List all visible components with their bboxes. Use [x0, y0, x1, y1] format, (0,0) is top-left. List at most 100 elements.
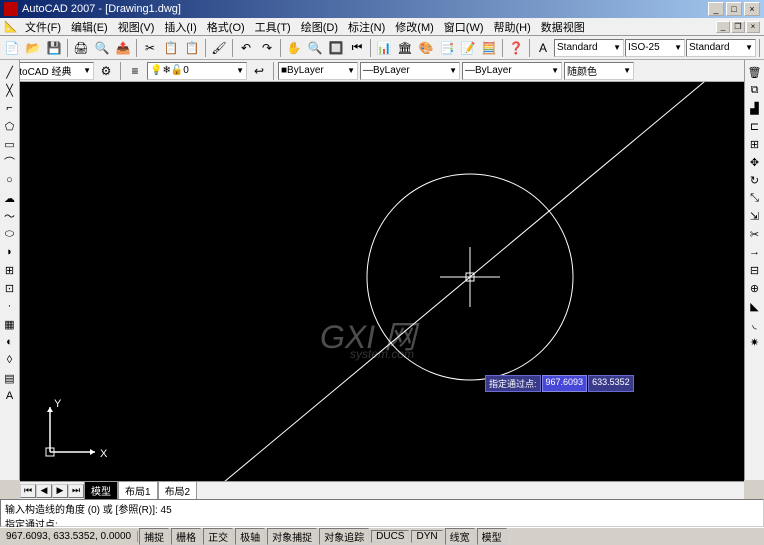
- offset-icon[interactable]: ⊏: [747, 118, 763, 134]
- dimstyle-dropdown[interactable]: ISO-25▼: [625, 39, 685, 57]
- paste-icon[interactable]: 📋: [182, 38, 202, 58]
- designcenter-icon[interactable]: 🏛: [395, 38, 415, 58]
- color-dropdown[interactable]: ■ ByLayer▼: [278, 62, 358, 80]
- ducs-toggle[interactable]: DUCS: [371, 530, 409, 543]
- menu-help[interactable]: 帮助(H): [489, 19, 536, 35]
- command-window[interactable]: 输入构造线的角度 (0) 或 [参照(R)]: 45 指定通过点:: [0, 499, 764, 527]
- menu-tools[interactable]: 工具(T): [250, 19, 296, 35]
- sheetset-icon[interactable]: 📑: [437, 38, 457, 58]
- zoom-prev-icon[interactable]: ⏮: [347, 38, 367, 58]
- join-icon[interactable]: ⊕: [747, 280, 763, 296]
- maximize-button[interactable]: □: [726, 2, 742, 16]
- undo-icon[interactable]: ↶: [236, 38, 256, 58]
- grid-toggle[interactable]: 栅格: [171, 528, 201, 545]
- menu-window[interactable]: 窗口(W): [439, 19, 489, 35]
- doc-minimize-button[interactable]: _: [716, 21, 730, 33]
- chamfer-icon[interactable]: ◣: [747, 298, 763, 314]
- redo-icon[interactable]: ↷: [257, 38, 277, 58]
- extend-icon[interactable]: →: [747, 244, 763, 260]
- tablestyle-dropdown[interactable]: Standard▼: [686, 39, 756, 57]
- explode-icon[interactable]: ✷: [747, 334, 763, 350]
- print-icon[interactable]: 🖨: [71, 38, 91, 58]
- otrack-toggle[interactable]: 对象追踪: [319, 528, 369, 545]
- xline-icon[interactable]: ╳: [2, 82, 18, 98]
- rotate-icon[interactable]: ↻: [747, 172, 763, 188]
- layer-dropdown[interactable]: 💡❄🔓 0▼: [147, 62, 247, 80]
- break-icon[interactable]: ⊟: [747, 262, 763, 278]
- cut-icon[interactable]: ✂: [140, 38, 160, 58]
- toolpalette-icon[interactable]: 🎨: [416, 38, 436, 58]
- lwt-toggle[interactable]: 线宽: [445, 528, 475, 545]
- tab-next-button[interactable]: ▶: [52, 484, 68, 498]
- menu-dataview[interactable]: 数据视图: [536, 19, 590, 35]
- tab-model[interactable]: 模型: [84, 481, 118, 500]
- move-icon[interactable]: ✥: [747, 154, 763, 170]
- fillet-icon[interactable]: ◟: [747, 316, 763, 332]
- polygon-icon[interactable]: ⬠: [2, 118, 18, 134]
- layerprev-icon[interactable]: ↩: [249, 61, 269, 81]
- model-canvas[interactable]: GXI 网 system.com 指定通过点: 967.6093 633.535…: [20, 82, 744, 482]
- copy-obj-icon[interactable]: ⧉: [747, 82, 763, 98]
- workspace-settings-icon[interactable]: ⚙: [96, 61, 116, 81]
- close-button[interactable]: ×: [744, 2, 760, 16]
- menu-insert[interactable]: 插入(I): [159, 19, 201, 35]
- erase-icon[interactable]: 🗑: [747, 64, 763, 80]
- ortho-toggle[interactable]: 正交: [203, 528, 233, 545]
- open-icon[interactable]: 📂: [23, 38, 43, 58]
- help-icon[interactable]: ❓: [506, 38, 526, 58]
- publish-icon[interactable]: 📤: [113, 38, 133, 58]
- polyline-icon[interactable]: ⌐: [2, 100, 18, 116]
- pan-icon[interactable]: ✋: [284, 38, 304, 58]
- osnap-toggle[interactable]: 对象捕捉: [267, 528, 317, 545]
- line-icon[interactable]: ╱: [2, 64, 18, 80]
- menu-draw[interactable]: 绘图(D): [296, 19, 343, 35]
- layer-icon[interactable]: ≡: [125, 61, 145, 81]
- zoom-icon[interactable]: 🔍: [305, 38, 325, 58]
- trim-icon[interactable]: ✂: [747, 226, 763, 242]
- properties-icon[interactable]: 📊: [374, 38, 394, 58]
- preview-icon[interactable]: 🔍: [92, 38, 112, 58]
- matchprop-icon[interactable]: 🖌: [209, 38, 229, 58]
- mirror-icon[interactable]: ▟: [747, 100, 763, 116]
- linetype-dropdown[interactable]: — ByLayer▼: [360, 62, 460, 80]
- minimize-button[interactable]: _: [708, 2, 724, 16]
- point-icon[interactable]: ·: [2, 298, 18, 314]
- spline-icon[interactable]: ～: [2, 208, 18, 224]
- table-icon[interactable]: ▤: [2, 370, 18, 386]
- polar-toggle[interactable]: 极轴: [235, 528, 265, 545]
- stretch-icon[interactable]: ⇲: [747, 208, 763, 224]
- doc-close-button[interactable]: ×: [746, 21, 760, 33]
- zoom-window-icon[interactable]: 🔲: [326, 38, 346, 58]
- tab-last-button[interactable]: ⏭: [68, 484, 84, 498]
- dyn-toggle[interactable]: DYN: [411, 530, 442, 543]
- tab-layout1[interactable]: 布局1: [118, 481, 158, 500]
- text-icon[interactable]: A: [533, 38, 553, 58]
- region-icon[interactable]: ◊: [2, 352, 18, 368]
- markup-icon[interactable]: 📝: [458, 38, 478, 58]
- circle-icon[interactable]: ○: [2, 172, 18, 188]
- revcloud-icon[interactable]: ☁: [2, 190, 18, 206]
- calc-icon[interactable]: 🧮: [479, 38, 499, 58]
- menu-modify[interactable]: 修改(M): [390, 19, 439, 35]
- tab-prev-button[interactable]: ◀: [36, 484, 52, 498]
- gradient-icon[interactable]: ◐: [2, 334, 18, 350]
- new-icon[interactable]: 📄: [2, 38, 22, 58]
- modelspace-toggle[interactable]: 模型: [477, 528, 507, 545]
- insertblock-icon[interactable]: ⊞: [2, 262, 18, 278]
- save-icon[interactable]: 💾: [44, 38, 64, 58]
- menu-file[interactable]: 文件(F): [20, 19, 66, 35]
- copy-icon[interactable]: 📋: [161, 38, 181, 58]
- menu-view[interactable]: 视图(V): [113, 19, 160, 35]
- plotstyle-dropdown[interactable]: 随颜色▼: [564, 62, 634, 80]
- makeblock-icon[interactable]: ⊡: [2, 280, 18, 296]
- snap-toggle[interactable]: 捕捉: [139, 528, 169, 545]
- textstyle-dropdown[interactable]: Standard▼: [554, 39, 624, 57]
- tab-first-button[interactable]: ⏮: [20, 484, 36, 498]
- lineweight-dropdown[interactable]: — ByLayer▼: [462, 62, 562, 80]
- menu-format[interactable]: 格式(O): [202, 19, 250, 35]
- coords-display[interactable]: 967.6093, 633.5352, 0.0000: [0, 531, 138, 542]
- doc-restore-button[interactable]: ❐: [731, 21, 745, 33]
- tab-layout2[interactable]: 布局2: [158, 481, 198, 500]
- dyninput-x[interactable]: 967.6093: [542, 375, 588, 392]
- scale-icon[interactable]: ⤡: [747, 190, 763, 206]
